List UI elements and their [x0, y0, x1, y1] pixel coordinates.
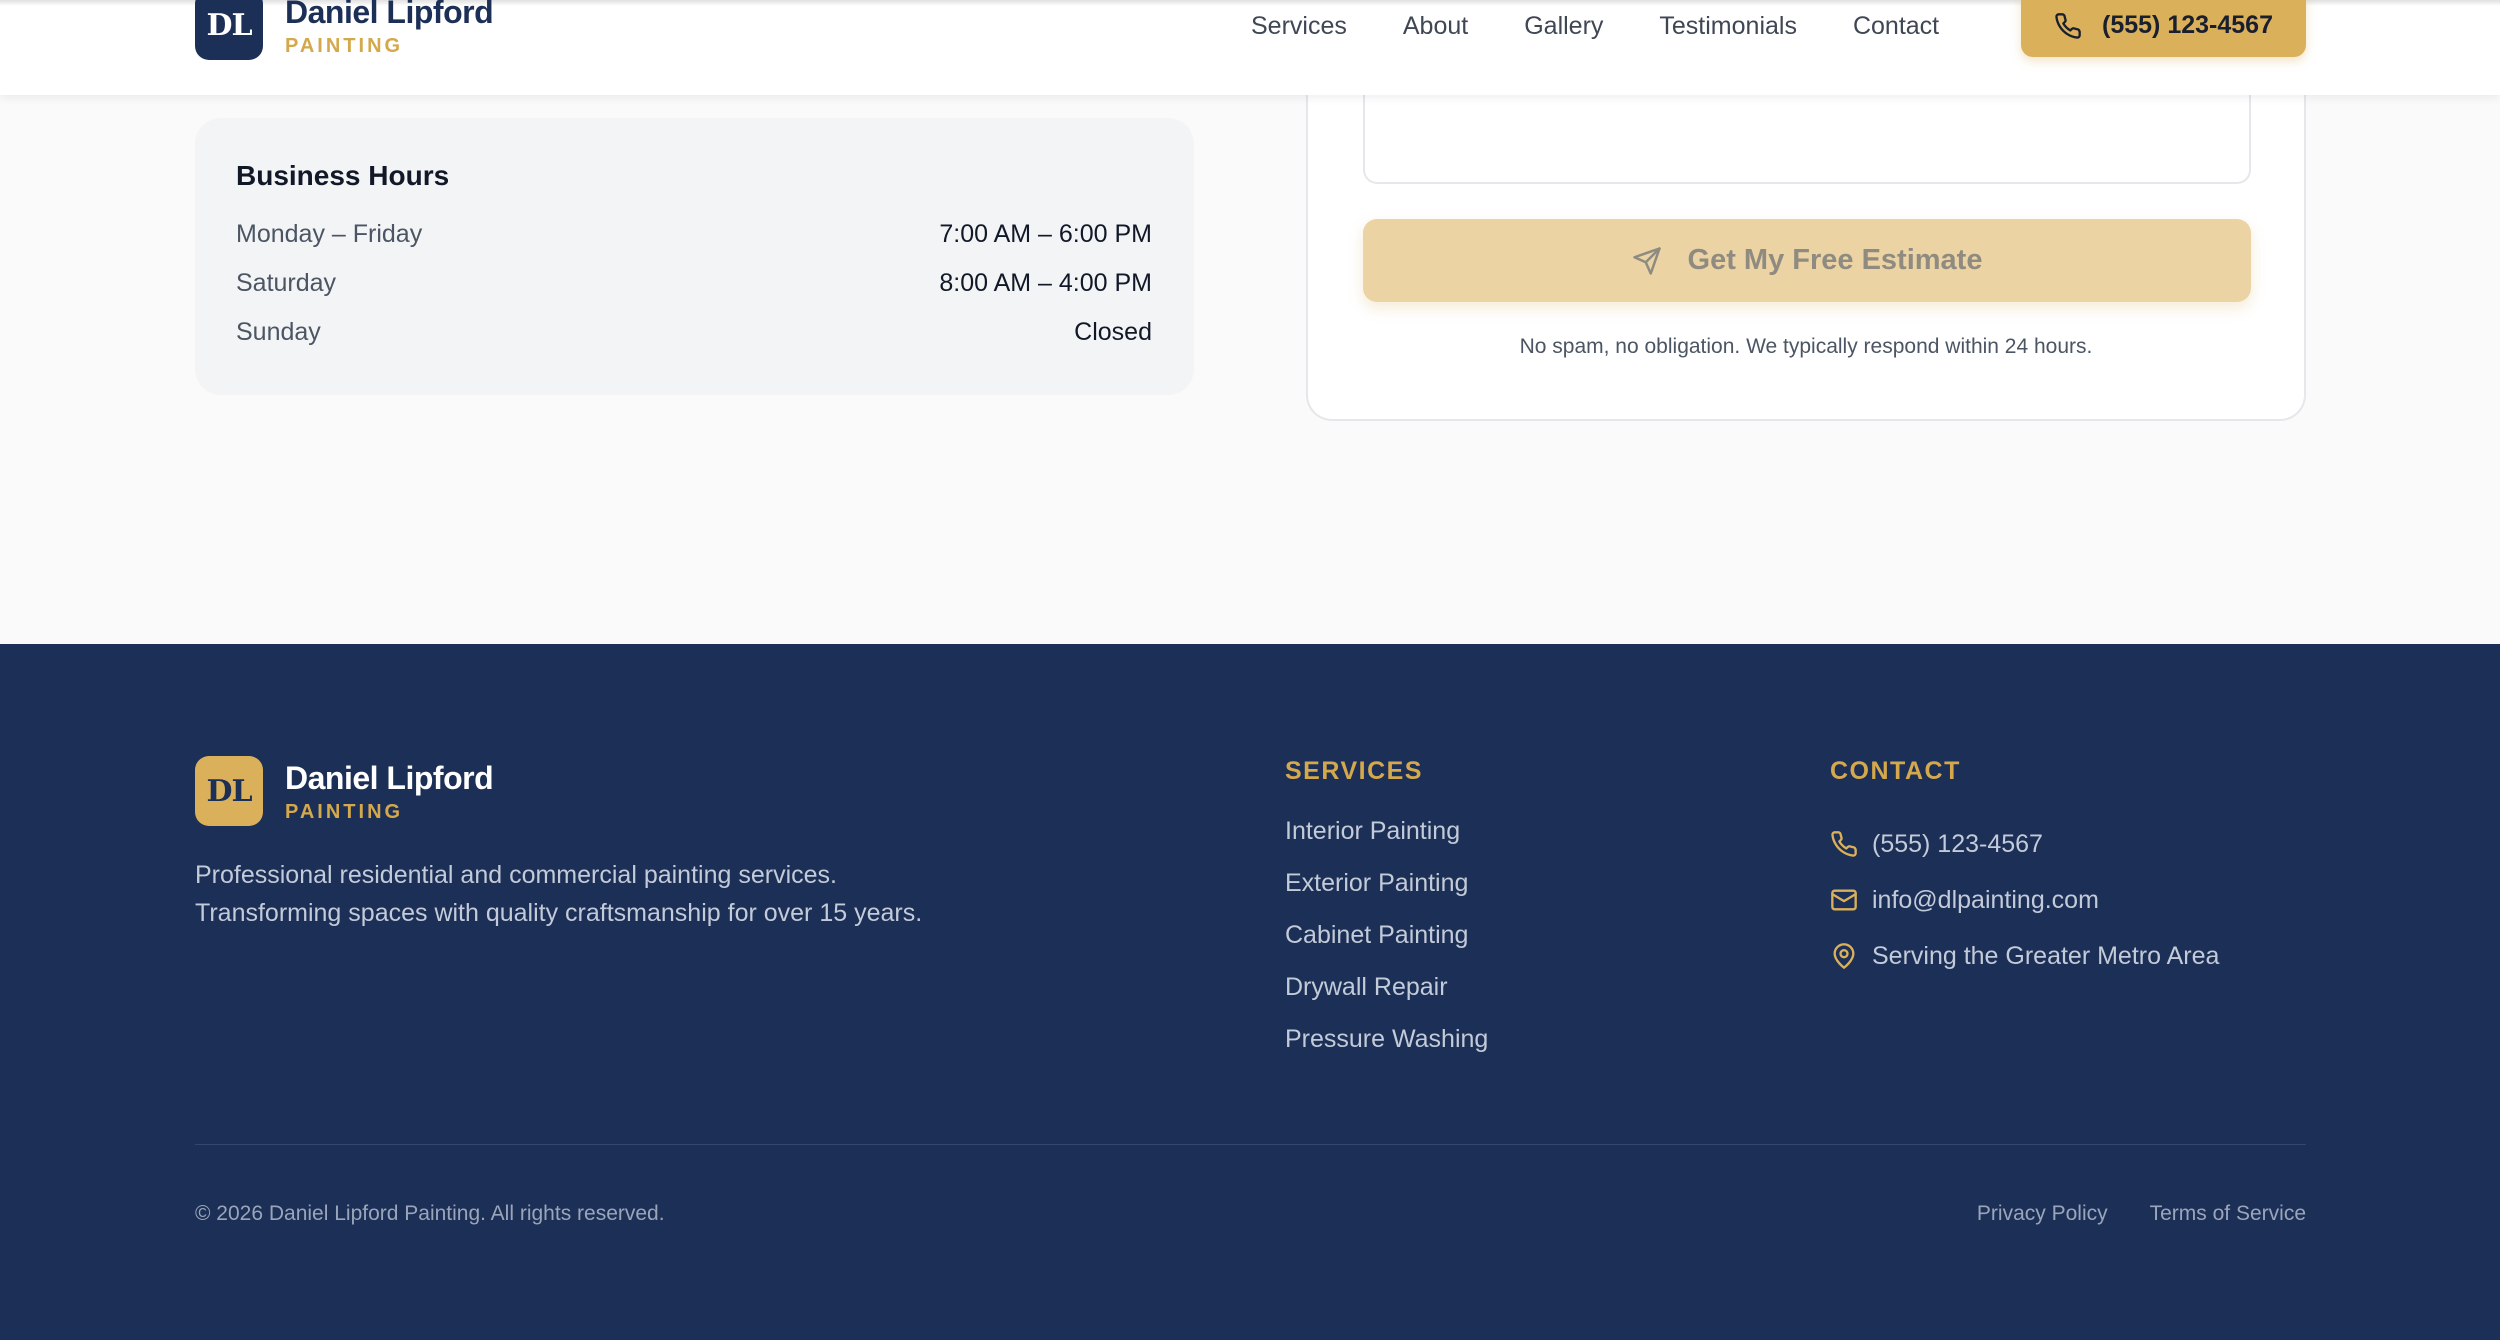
main-nav: Services About Gallery Testimonials Cont… — [1251, 0, 1939, 52]
privacy-policy-link[interactable]: Privacy Policy — [1977, 1202, 2108, 1226]
footer-contact-area: Serving the Greater Metro Area — [1830, 928, 2219, 984]
nav-about[interactable]: About — [1403, 12, 1468, 41]
nav-gallery[interactable]: Gallery — [1524, 12, 1603, 41]
brand-subtitle: PAINTING — [285, 34, 404, 57]
hours-row: Sunday Closed — [236, 308, 1152, 357]
terms-of-service-link[interactable]: Terms of Service — [2150, 1202, 2306, 1226]
footer-contact-column: CONTACT (555) 123-4567 info@dlpainting.c… — [1830, 757, 2219, 984]
footer-contact-text: info@dlpainting.com — [1872, 886, 2099, 914]
header-phone-button[interactable]: (555) 123-4567 — [2021, 0, 2306, 57]
send-icon — [1632, 246, 1661, 275]
footer-service-link[interactable]: Cabinet Painting — [1285, 920, 1488, 972]
logo-badge: DL — [195, 0, 263, 60]
footer-brand[interactable]: DL Daniel Lipford PAINTING — [195, 756, 494, 826]
footer-description-line: Transforming spaces with quality craftsm… — [195, 899, 923, 927]
site-header: DL Daniel Lipford PAINTING Services Abou… — [0, 0, 2500, 95]
hours-day: Saturday — [236, 269, 337, 297]
footer-logo-badge: DL — [195, 756, 263, 826]
footer-service-link[interactable]: Pressure Washing — [1285, 1024, 1488, 1076]
footer-divider — [195, 1144, 2306, 1145]
brand-name: Daniel Lipford — [285, 0, 494, 30]
header-brand[interactable]: DL Daniel Lipford PAINTING — [195, 0, 494, 60]
phone-icon — [2055, 12, 2081, 39]
hours-day: Monday – Friday — [236, 220, 423, 248]
mail-icon — [1831, 889, 1857, 911]
phone-icon — [1831, 831, 1857, 857]
footer-services-title: SERVICES — [1285, 757, 1423, 785]
footer-contact-title: CONTACT — [1830, 757, 1961, 785]
nav-services[interactable]: Services — [1251, 12, 1347, 41]
footer-description-line: Professional residential and commercial … — [195, 861, 837, 889]
header-phone-label: (555) 123-4567 — [2102, 11, 2273, 39]
hours-row: Monday – Friday 7:00 AM – 6:00 PM — [236, 210, 1152, 259]
footer-contact-email[interactable]: info@dlpainting.com — [1830, 872, 2219, 928]
copyright-text: © 2026 Daniel Lipford Painting. All righ… — [195, 1202, 665, 1225]
brand-text: Daniel Lipford PAINTING — [285, 0, 494, 58]
footer-contact-phone[interactable]: (555) 123-4567 — [1830, 816, 2219, 872]
business-hours-title: Business Hours — [236, 160, 450, 191]
footer-brand-name: Daniel Lipford — [285, 759, 494, 796]
footer-service-link[interactable]: Drywall Repair — [1285, 972, 1488, 1024]
site-footer: DL Daniel Lipford PAINTING Professional … — [0, 644, 2500, 1340]
footer-contact-text: (555) 123-4567 — [1872, 830, 2043, 858]
hours-day: Sunday — [236, 318, 321, 346]
hours-row: Saturday 8:00 AM – 4:00 PM — [236, 259, 1152, 308]
legal-links: Privacy Policy Terms of Service — [1935, 1202, 2306, 1226]
hours-time: 8:00 AM – 4:00 PM — [939, 269, 1152, 297]
get-estimate-button[interactable]: Get My Free Estimate — [1363, 219, 2251, 302]
estimate-form-card: Get My Free Estimate No spam, no obligat… — [1306, 40, 2306, 421]
hours-time: 7:00 AM – 6:00 PM — [939, 220, 1152, 248]
footer-contact-text: Serving the Greater Metro Area — [1872, 942, 2220, 970]
get-estimate-label: Get My Free Estimate — [1687, 244, 1983, 276]
hours-time: Closed — [1074, 318, 1152, 346]
footer-services-list: Interior Painting Exterior Painting Cabi… — [1285, 816, 1488, 1076]
footer-brand-text: Daniel Lipford PAINTING — [285, 759, 494, 824]
form-disclaimer: No spam, no obligation. We typically res… — [1519, 335, 2093, 358]
footer-services-column: SERVICES Interior Painting Exterior Pain… — [1285, 757, 1488, 1076]
footer-description: Professional residential and commercial … — [195, 856, 995, 932]
nav-testimonials[interactable]: Testimonials — [1659, 12, 1797, 41]
footer-service-link[interactable]: Interior Painting — [1285, 816, 1488, 868]
footer-brand-subtitle: PAINTING — [285, 800, 404, 823]
map-pin-icon — [1833, 943, 1855, 969]
footer-service-link[interactable]: Exterior Painting — [1285, 868, 1488, 920]
footer-contact-list: (555) 123-4567 info@dlpainting.com Servi… — [1830, 816, 2219, 984]
business-hours-card: Business Hours Monday – Friday 7:00 AM –… — [195, 118, 1194, 395]
nav-contact[interactable]: Contact — [1853, 12, 1939, 41]
